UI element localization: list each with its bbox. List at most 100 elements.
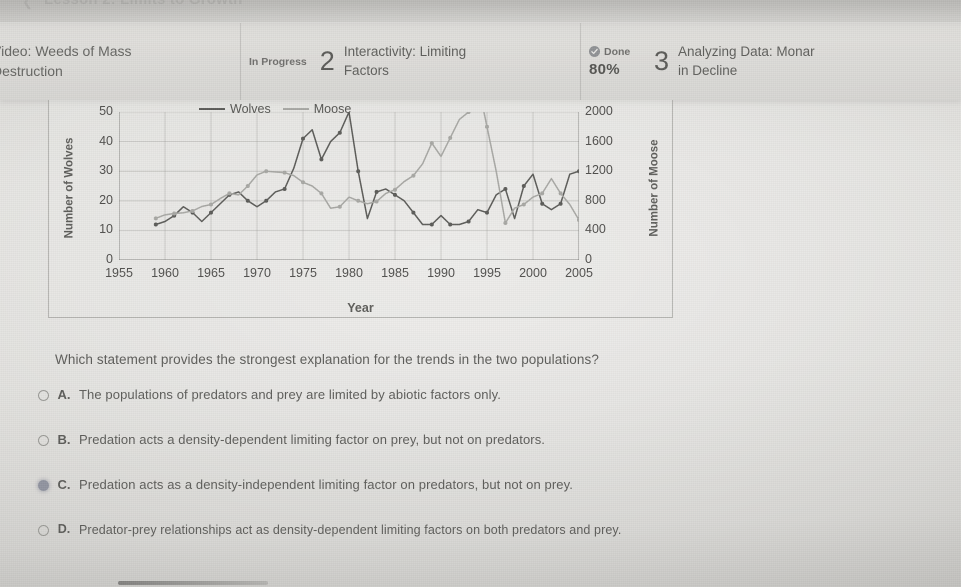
- data-point: [448, 222, 453, 227]
- legend-item-wolves: Wolves: [199, 102, 271, 116]
- y-tick-right: 2000: [585, 104, 613, 118]
- step-1-title: Video: Weeds of Mass Destruction: [0, 42, 132, 79]
- step-2-status-label: In Progress: [249, 55, 307, 68]
- data-point: [282, 170, 287, 175]
- y-tick-right: 0: [585, 252, 592, 266]
- step-item-1[interactable]: Video: Weeds of Mass Destruction: [0, 23, 240, 100]
- answer-option-a[interactable]: A. The populations of predators and prey …: [30, 385, 950, 430]
- x-tick: 1990: [427, 266, 455, 280]
- chart-x-axis-label: Year: [347, 301, 374, 315]
- data-point: [374, 199, 379, 204]
- chart-legend: Wolves Moose: [199, 102, 351, 116]
- data-point: [301, 180, 305, 185]
- y-tick-left: 30: [99, 163, 113, 178]
- x-tick: 1960: [151, 266, 179, 280]
- option-text: The populations of predators and prey ar…: [79, 387, 501, 402]
- data-point: [558, 191, 563, 196]
- answer-option-d[interactable]: D. Predator-prey relationships act as den…: [30, 520, 950, 565]
- data-point: [577, 169, 579, 174]
- y-tick-right: 400: [585, 222, 606, 237]
- option-letter: D.: [57, 522, 71, 536]
- x-tick: 1985: [381, 266, 409, 280]
- legend-label-moose: Moose: [313, 102, 352, 116]
- data-point: [540, 201, 545, 206]
- legend-item-moose: Moose: [282, 102, 352, 116]
- radio-button[interactable]: [38, 390, 49, 401]
- data-point: [521, 202, 526, 207]
- x-tick: 1980: [335, 266, 363, 280]
- x-tick: 1970: [243, 266, 271, 280]
- data-point: [337, 204, 342, 209]
- data-point: [245, 198, 250, 203]
- data-point: [190, 208, 195, 213]
- data-point: [485, 124, 489, 129]
- option-letter: C.: [57, 477, 71, 492]
- data-point: [319, 191, 324, 196]
- chart-svg: [119, 112, 579, 260]
- data-point: [540, 191, 545, 196]
- lesson-title: Lesson 2: Limits to Growth: [44, 0, 243, 8]
- data-point: [411, 173, 416, 178]
- check-icon: [589, 46, 600, 57]
- series-line-moose: [155, 112, 579, 224]
- option-text: Predation acts as a density-independent …: [79, 477, 573, 492]
- step-3-status: Done 80%: [589, 46, 651, 78]
- step-2-number: 2: [319, 46, 335, 76]
- data-point: [356, 169, 361, 174]
- radio-button[interactable]: [38, 435, 49, 446]
- data-point: [393, 192, 397, 197]
- chart-inner: Number of Wolves Number of Moose Wolves …: [49, 100, 672, 317]
- data-point: [485, 210, 489, 215]
- data-point: [337, 130, 342, 135]
- chevron-left-icon[interactable]: ❮: [22, 0, 33, 10]
- step-3-number: 3: [654, 46, 670, 76]
- data-point: [521, 184, 526, 188]
- y-tick-right: 800: [585, 192, 606, 207]
- data-point: [301, 136, 305, 141]
- data-point: [153, 216, 158, 221]
- answer-option-c[interactable]: C. Predation acts as a density-independen…: [30, 475, 950, 520]
- data-point: [264, 198, 269, 203]
- legend-swatch-moose: [282, 107, 309, 111]
- answer-option-b[interactable]: B. Predation acts a density-dependent lim…: [30, 430, 950, 475]
- option-text: Predation acts a density-dependent limit…: [79, 432, 546, 447]
- x-tick: 1965: [197, 266, 225, 280]
- data-point: [209, 202, 213, 207]
- answer-options: A. The populations of predators and prey …: [30, 385, 950, 565]
- data-point: [227, 191, 232, 196]
- data-point: [374, 189, 379, 194]
- data-point: [209, 210, 213, 215]
- y-tick-right: 1200: [585, 163, 613, 178]
- lesson-step-bar: Video: Weeds of Mass Destruction In Prog…: [0, 22, 961, 100]
- option-text: Predator-prey relationships act as densi…: [79, 523, 622, 537]
- legend-swatch-wolves: [199, 107, 225, 111]
- legend-label-wolves: Wolves: [230, 102, 271, 116]
- chart-plot-area: [119, 112, 579, 260]
- x-tick: 1995: [473, 266, 501, 280]
- data-point: [172, 211, 177, 216]
- data-point: [245, 184, 250, 188]
- chart-y-axis-label-left: Number of Wolves: [63, 137, 76, 239]
- option-letter: B.: [57, 432, 71, 447]
- option-letter: A.: [57, 387, 71, 402]
- step-item-2[interactable]: In Progress 2 Interactivity: Limiting Fa…: [240, 23, 580, 100]
- radio-button[interactable]: [38, 525, 49, 536]
- population-chart-card: Number of Wolves Number of Moose Wolves …: [48, 100, 673, 318]
- y-tick-left: 20: [99, 192, 113, 207]
- lesson-header: ❮ Lesson 2: Limits to Growth: [0, 0, 961, 18]
- data-point: [282, 186, 287, 191]
- step-2-status: In Progress: [249, 56, 317, 68]
- data-point: [503, 221, 508, 225]
- x-tick: 2005: [565, 266, 593, 280]
- y-tick-left: 40: [99, 133, 113, 148]
- step-2-title: Interactivity: Limiting Factors: [343, 44, 467, 78]
- step-3-title: Analyzing Data: Monar in Decline: [678, 44, 815, 78]
- bottom-progress-indicator: [118, 581, 268, 585]
- chart-y-axis-label-right: Number of Moose: [648, 139, 661, 237]
- data-point: [466, 219, 471, 224]
- radio-button[interactable]: [38, 480, 49, 491]
- y-tick-right: 1600: [585, 133, 613, 148]
- step-item-3[interactable]: Done 80% 3 Analyzing Data: Monar in Decl…: [580, 23, 961, 100]
- data-point: [503, 186, 508, 191]
- step-3-progress-percent: 80%: [589, 60, 620, 78]
